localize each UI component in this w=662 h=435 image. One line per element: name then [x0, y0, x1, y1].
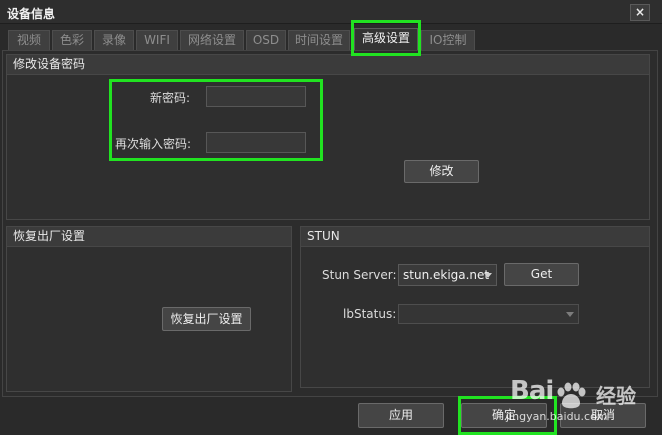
watermark-url: jingyan.baidu.com	[506, 410, 608, 423]
modify-password-button[interactable]: 修改	[404, 160, 479, 183]
tab-osd[interactable]: OSD	[246, 30, 286, 50]
new-password-input[interactable]	[206, 86, 306, 107]
new-password-label: 新密码:	[150, 91, 191, 105]
close-button[interactable]: ×	[630, 4, 650, 21]
paw-icon	[557, 382, 586, 409]
factory-reset-group-title: 恢复出厂设置	[7, 227, 291, 247]
tab-strip: 视频 色彩 录像 WIFI 网络设置 OSD 时间设置 高级设置 IO控制	[0, 28, 662, 50]
tab-network[interactable]: 网络设置	[180, 30, 244, 50]
stun-server-value: stun.ekiga.net	[403, 268, 490, 282]
chevron-down-icon	[484, 273, 492, 278]
tab-wifi[interactable]: WIFI	[136, 30, 178, 50]
factory-reset-button[interactable]: 恢复出厂设置	[162, 307, 251, 331]
window-title: 设备信息	[7, 7, 56, 21]
tab-io-control[interactable]: IO控制	[421, 30, 475, 50]
tab-advanced[interactable]: 高级设置	[354, 28, 418, 50]
confirm-password-input[interactable]	[206, 132, 306, 153]
chevron-down-icon	[566, 312, 574, 317]
tab-time[interactable]: 时间设置	[288, 30, 350, 50]
confirm-password-label: 再次输入密码:	[115, 137, 192, 151]
tab-video[interactable]: 视频	[8, 30, 50, 50]
title-bar: 设备信息 ×	[0, 0, 662, 24]
status-select[interactable]	[398, 304, 579, 324]
tab-recording[interactable]: 录像	[94, 30, 134, 50]
status-label: lbStatus:	[343, 307, 397, 321]
stun-server-label: Stun Server:	[322, 268, 397, 282]
stun-group-title: STUN	[301, 227, 649, 247]
watermark-brand: Bai	[510, 376, 554, 406]
tab-color[interactable]: 色彩	[52, 30, 92, 50]
password-group: 修改设备密码	[6, 54, 650, 220]
watermark-chinese: 经验	[596, 384, 636, 408]
get-button[interactable]: Get	[504, 263, 579, 286]
apply-button[interactable]: 应用	[358, 403, 444, 428]
stun-server-select[interactable]: stun.ekiga.net	[398, 264, 497, 286]
password-group-title: 修改设备密码	[7, 55, 649, 75]
baidu-watermark: Bai 经验 jingyan.baidu.com	[506, 376, 662, 435]
